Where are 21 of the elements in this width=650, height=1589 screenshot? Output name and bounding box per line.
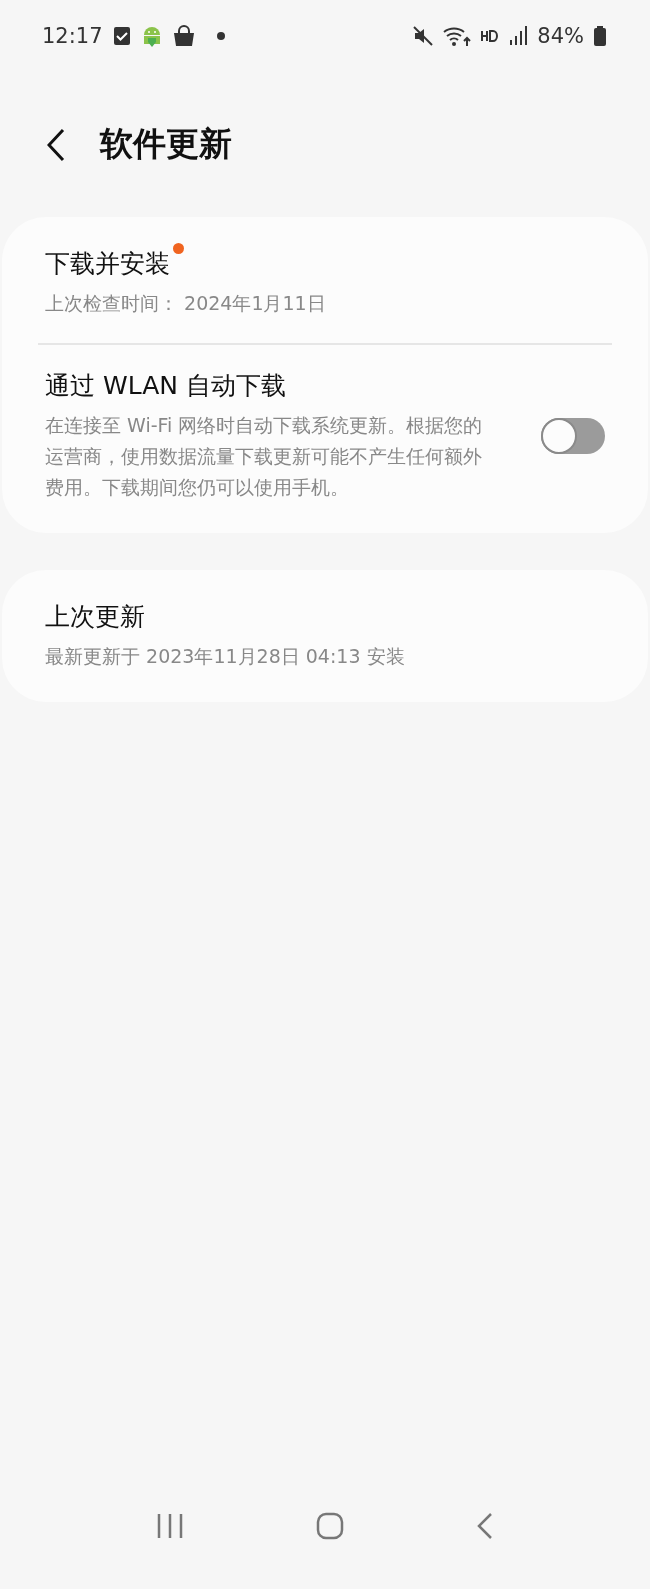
toggle-switch[interactable] (541, 418, 605, 454)
dot-icon (216, 32, 225, 40)
setting-title[interactable]: 通过 WLAN 自动下载 (45, 371, 286, 400)
setting-title[interactable]: 下载并安装 (45, 249, 170, 278)
mute-icon (413, 26, 434, 46)
setting-description: 上次检查时间： 2024年1月11日 (45, 291, 327, 316)
battery-percent: 84% (537, 24, 584, 48)
setting-description: 在连接至 Wi-Fi 网络时自动下载系统更新。根据您的运营商，使用数据流量下载更新可能不产生任何额外费用。下载期间您仍可以使用手机。 (45, 413, 484, 500)
recent-apps-icon[interactable] (156, 1513, 184, 1539)
setting-title[interactable]: 上次更新 (45, 602, 145, 631)
signal-icon (509, 26, 528, 46)
shopping-bag-icon (172, 25, 195, 47)
clock: 12:17 (42, 24, 103, 48)
hd-icon (481, 30, 500, 42)
home-icon[interactable] (316, 1512, 344, 1540)
wifi-icon (443, 25, 472, 47)
setting-description: 最新更新于 2023年11月28日 04:13 安装 (45, 644, 406, 669)
battery-icon (594, 26, 606, 46)
checkbox-notification-icon (112, 26, 131, 46)
page-title: 软件更新 (100, 123, 232, 165)
back-nav-icon[interactable] (476, 1512, 494, 1540)
